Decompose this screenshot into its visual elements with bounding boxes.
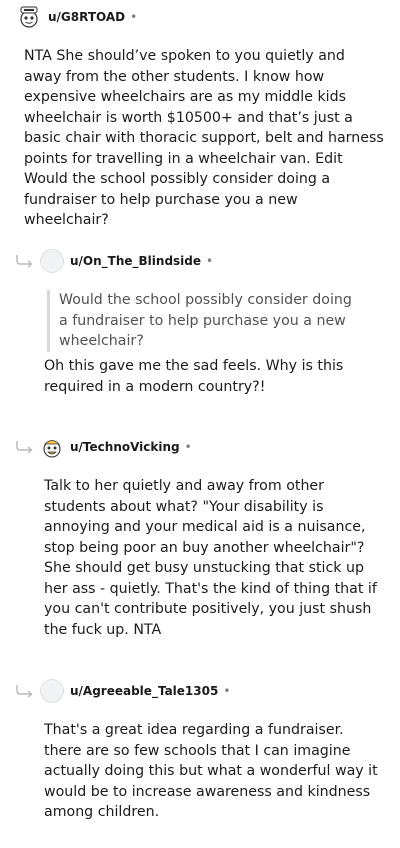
username[interactable]: u/Agreeable_Tale1305 [70,684,218,698]
comment-body: NTA She should’ve spoken to you quietly … [24,48,384,228]
snoo-avatar-icon[interactable] [16,4,42,30]
meta-dot: • [206,254,214,268]
username[interactable]: u/On_The_Blindside [70,254,201,268]
comment-body: That's a great idea regarding a fundrais… [44,722,378,820]
default-avatar-icon[interactable] [40,249,64,273]
username[interactable]: u/G8RTOAD [48,10,125,24]
comment-body: Talk to her quietly and away from other … [44,478,377,638]
reply-arrow-icon [16,441,33,454]
default-avatar-icon[interactable] [40,679,64,703]
comment-header: u/G8RTOAD • [16,4,137,30]
snoo-avatar-icon[interactable] [40,435,64,459]
username[interactable]: u/TechnoVicking [70,440,180,454]
comment-body: Oh this gave me the sad feels. Why is th… [44,358,344,395]
quoted-text: Would the school possibly consider doing… [47,290,359,352]
meta-dot: • [223,684,231,698]
comment-header: u/TechnoVicking • [14,434,192,460]
reply-arrow-icon [16,255,33,268]
comment-header: u/On_The_Blindside • [14,248,213,274]
meta-dot: • [130,10,138,24]
comment-header: u/Agreeable_Tale1305 • [14,678,230,704]
meta-dot: • [184,440,192,454]
reply-arrow-icon [16,685,33,698]
